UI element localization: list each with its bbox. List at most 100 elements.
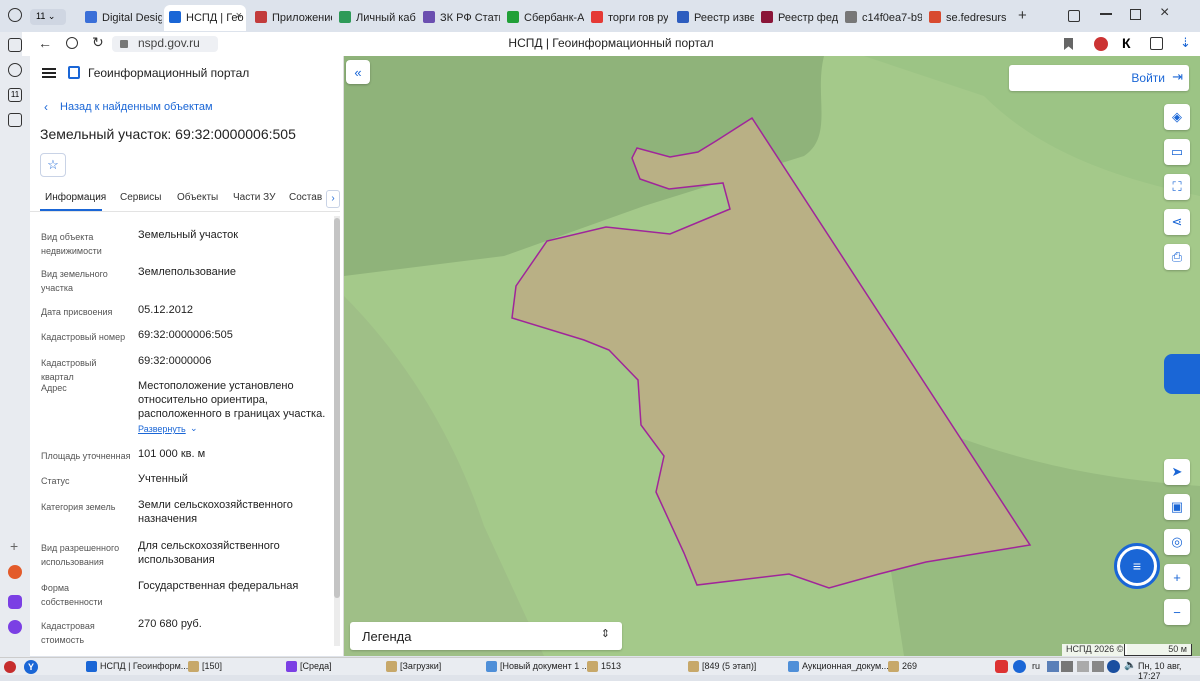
new-tab-button[interactable]: +	[1018, 7, 1027, 24]
tray-network-icon[interactable]	[1077, 661, 1089, 672]
browser-tab[interactable]: Сбербанк-АСТ	[502, 5, 584, 31]
tab-collections-icon[interactable]	[1068, 10, 1080, 22]
collapse-panel-button[interactable]: «	[346, 60, 370, 84]
measure-ruler-button[interactable]: ▭	[1164, 139, 1190, 165]
favorite-star-button[interactable]: ☆	[40, 153, 66, 177]
download-icon[interactable]: ⇣	[1180, 35, 1191, 51]
system-clock[interactable]: Пн, 10 авг, 17:27	[1138, 661, 1200, 681]
attribute-label: Вид разрешенного использования	[41, 543, 120, 567]
select-area-button[interactable]: ⛶	[1164, 174, 1190, 200]
zoom-out-button[interactable]: −	[1164, 599, 1190, 625]
expand-address-link[interactable]: Развернуть	[138, 424, 186, 434]
alice-icon[interactable]	[8, 620, 22, 634]
browser-tab[interactable]: c14f0ea7-b9ea	[840, 5, 922, 31]
gps-button[interactable]: ◎	[1164, 529, 1190, 555]
feedback-tab-button[interactable]	[1164, 354, 1200, 394]
app-tray-icon[interactable]	[995, 660, 1008, 673]
yandex-tray-icon[interactable]	[1013, 660, 1026, 673]
browser-tab[interactable]: Digital Design	[80, 5, 162, 31]
back-chevron-icon[interactable]: ‹	[44, 100, 48, 114]
taskbar-item[interactable]: НСПД | Геоинформ...	[86, 661, 188, 672]
extension-box-icon[interactable]	[1150, 37, 1163, 50]
extension-ladybug-icon[interactable]	[1094, 37, 1108, 51]
browser-tab[interactable]: Реестр извещ	[672, 5, 754, 31]
browser-tab[interactable]: Личный кабин	[334, 5, 416, 31]
chevron-down-icon[interactable]: ⌄	[190, 423, 198, 434]
add-panel-icon[interactable]: +	[10, 538, 18, 554]
taskbar-item-icon	[386, 661, 397, 672]
maximize-icon[interactable]	[1130, 9, 1141, 20]
tab-objects[interactable]: Объекты	[177, 192, 218, 203]
browser-tab[interactable]: Реестр федер	[756, 5, 838, 31]
attribute-value: 69:32:0000006	[138, 355, 212, 367]
tab-favicon-icon	[591, 11, 603, 23]
portal-name[interactable]: Геоинформационный портал	[88, 66, 249, 80]
legend-panel[interactable]: Легенда ⇕	[350, 622, 622, 650]
browser-tab[interactable]: НСПД | Гео ×	[164, 5, 246, 31]
back-link[interactable]: Назад к найденным объектам	[60, 101, 213, 113]
close-tab-icon[interactable]: ×	[236, 10, 242, 22]
page-title: НСПД | Геоинформационный портал	[508, 36, 714, 50]
browser-tab[interactable]: ЗК РФ Статья	[418, 5, 500, 31]
taskbar-item-label: Аукционная_докум...	[802, 661, 889, 671]
play-icon[interactable]	[8, 63, 22, 77]
tray-printer-icon[interactable]	[1092, 661, 1104, 672]
taskbar-item[interactable]: [150]	[188, 661, 222, 672]
share-button[interactable]: ⋖	[1164, 209, 1190, 235]
tab-label: c14f0ea7-b9ea	[862, 12, 922, 24]
volume-icon[interactable]: 🔈	[1124, 660, 1136, 671]
scrollbar-thumb[interactable]	[334, 218, 340, 598]
taskbar-item-icon	[788, 661, 799, 672]
minimize-icon[interactable]	[1100, 13, 1112, 15]
tabs-scroll-right-button[interactable]: ›	[326, 190, 340, 208]
collections-icon[interactable]	[8, 38, 22, 52]
taskbar-item[interactable]: Аукционная_докум...	[788, 661, 889, 672]
attribute-value: Земли сельскохозяйственного назначения	[138, 499, 293, 525]
taskbar-item[interactable]: [Среда]	[286, 661, 332, 672]
tray-clipboard-icon[interactable]	[1061, 661, 1073, 672]
tab-counter-icon[interactable]: 11	[8, 88, 22, 102]
tray-folder-icon[interactable]	[1047, 661, 1059, 672]
tab-count-badge[interactable]: 11 ⌄	[30, 9, 66, 25]
taskbar-item[interactable]: [849 (5 этап)]	[688, 661, 756, 672]
chat-assistant-button[interactable]: ≡	[1120, 549, 1154, 583]
history-icon[interactable]	[8, 8, 22, 22]
tab-label: Приложение.	[272, 12, 332, 24]
object-title: Земельный участок: 69:32:0000006:505	[40, 126, 296, 142]
menu-icon[interactable]	[42, 68, 56, 70]
scale-bar: 50 м	[1124, 644, 1192, 656]
messenger-icon[interactable]	[8, 595, 22, 609]
extension-k-icon[interactable]: К	[1122, 35, 1131, 51]
browser-tab[interactable]: Приложение.	[250, 5, 332, 31]
map-view[interactable]: « Войти ⇥ ◈ ▭ ⛶ ⋖ ⎙ ➤ ▣ ◎ + − ≡ Легенда …	[344, 56, 1200, 656]
layers-button[interactable]: ◈	[1164, 104, 1190, 130]
taskbar-item[interactable]: 269	[888, 661, 917, 672]
taskbar-item[interactable]: [Новый документ 1 ...	[486, 661, 589, 672]
screenshot-icon[interactable]	[8, 113, 22, 127]
login-button[interactable]: Войти ⇥	[1009, 65, 1189, 91]
close-window-icon[interactable]: ×	[1160, 4, 1169, 22]
hp-tray-icon[interactable]	[1107, 660, 1120, 673]
taskbar-item[interactable]: 1513	[587, 661, 621, 672]
tab-favicon-icon	[85, 11, 97, 23]
minimap-button[interactable]: ▣	[1164, 494, 1190, 520]
tab-parts[interactable]: Части ЗУ	[233, 192, 275, 203]
tab-services[interactable]: Сервисы	[120, 192, 161, 203]
zoom-in-button[interactable]: +	[1164, 564, 1190, 590]
dzen-icon[interactable]	[8, 565, 22, 579]
attribute-value: Учтенный	[138, 473, 188, 485]
start-menu-icon[interactable]	[4, 661, 16, 673]
tab-composition[interactable]: Состав	[289, 192, 322, 203]
browser-tab[interactable]: торги гов ру о	[586, 5, 668, 31]
my-location-button[interactable]: ➤	[1164, 459, 1190, 485]
taskbar-item-icon	[486, 661, 497, 672]
taskbar-item[interactable]: [Загрузки]	[386, 661, 441, 672]
map-canvas[interactable]	[344, 56, 1200, 656]
browser-taskbar-icon[interactable]: Y	[24, 660, 38, 674]
browser-tab[interactable]: se.fedresurs.ru	[924, 5, 1006, 31]
tab-information[interactable]: Информация	[45, 192, 106, 203]
tab-label: Личный кабин	[356, 12, 416, 24]
tab-favicon-icon	[255, 11, 267, 23]
keyboard-layout[interactable]: ru	[1032, 661, 1040, 671]
print-button[interactable]: ⎙	[1164, 244, 1190, 270]
